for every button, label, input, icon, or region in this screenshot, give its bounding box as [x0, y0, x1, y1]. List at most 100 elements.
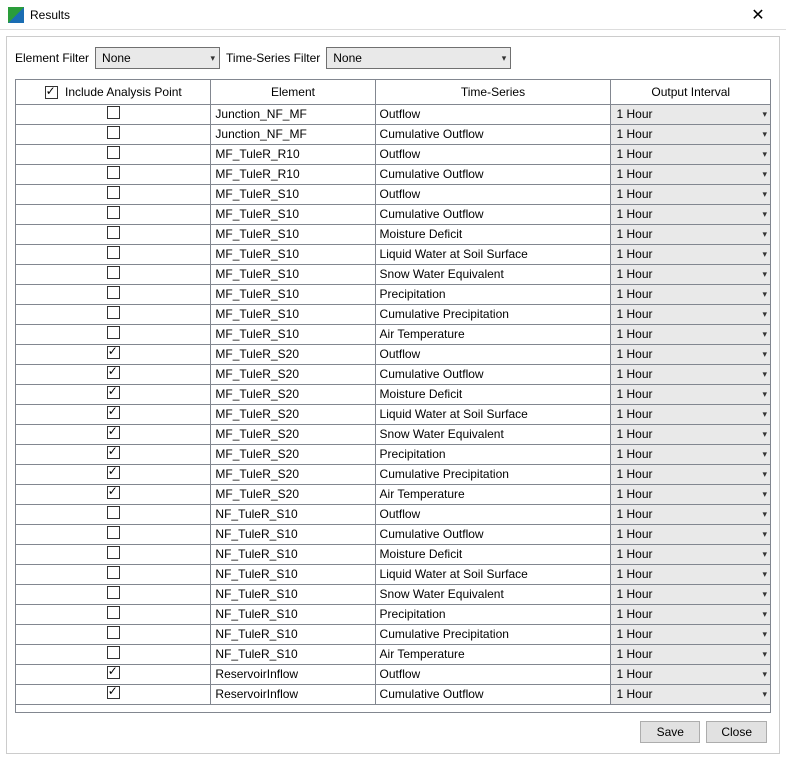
include-checkbox[interactable]	[107, 246, 120, 259]
element-cell[interactable]: MF_TuleR_S10	[211, 304, 375, 324]
close-icon[interactable]: ✕	[738, 5, 778, 25]
include-checkbox[interactable]	[107, 606, 120, 619]
output-interval-combo[interactable]: 1 Hour▾	[611, 305, 770, 324]
timeseries-cell[interactable]: Outflow	[375, 664, 611, 684]
include-checkbox[interactable]	[107, 286, 120, 299]
include-checkbox[interactable]	[107, 486, 120, 499]
include-checkbox[interactable]	[107, 306, 120, 319]
include-checkbox[interactable]	[107, 586, 120, 599]
output-interval-combo[interactable]: 1 Hour▾	[611, 545, 770, 564]
output-interval-combo[interactable]: 1 Hour▾	[611, 505, 770, 524]
header-timeseries[interactable]: Time-Series	[375, 80, 611, 104]
element-cell[interactable]: NF_TuleR_S10	[211, 504, 375, 524]
include-checkbox[interactable]	[107, 626, 120, 639]
output-interval-combo[interactable]: 1 Hour▾	[611, 105, 770, 124]
element-cell[interactable]: MF_TuleR_S10	[211, 284, 375, 304]
include-checkbox[interactable]	[107, 386, 120, 399]
timeseries-filter-combo[interactable]: None ▾	[326, 47, 511, 69]
element-cell[interactable]: MF_TuleR_S10	[211, 244, 375, 264]
timeseries-cell[interactable]: Snow Water Equivalent	[375, 264, 611, 284]
output-interval-combo[interactable]: 1 Hour▾	[611, 525, 770, 544]
include-checkbox[interactable]	[107, 426, 120, 439]
include-checkbox[interactable]	[107, 346, 120, 359]
results-table-scroll[interactable]: Include Analysis Point Element Time-Seri…	[16, 80, 770, 712]
element-cell[interactable]: MF_TuleR_S10	[211, 324, 375, 344]
output-interval-combo[interactable]: 1 Hour▾	[611, 285, 770, 304]
include-checkbox[interactable]	[107, 466, 120, 479]
element-cell[interactable]: MF_TuleR_S20	[211, 364, 375, 384]
output-interval-combo[interactable]: 1 Hour▾	[611, 245, 770, 264]
output-interval-combo[interactable]: 1 Hour▾	[611, 605, 770, 624]
include-checkbox[interactable]	[107, 326, 120, 339]
element-cell[interactable]: NF_TuleR_S10	[211, 544, 375, 564]
timeseries-cell[interactable]: Outflow	[375, 504, 611, 524]
output-interval-combo[interactable]: 1 Hour▾	[611, 625, 770, 644]
element-cell[interactable]: MF_TuleR_S10	[211, 184, 375, 204]
include-checkbox[interactable]	[107, 106, 120, 119]
output-interval-combo[interactable]: 1 Hour▾	[611, 665, 770, 684]
element-cell[interactable]: NF_TuleR_S10	[211, 524, 375, 544]
element-cell[interactable]: MF_TuleR_S20	[211, 384, 375, 404]
timeseries-cell[interactable]: Liquid Water at Soil Surface	[375, 244, 611, 264]
output-interval-combo[interactable]: 1 Hour▾	[611, 425, 770, 444]
timeseries-cell[interactable]: Liquid Water at Soil Surface	[375, 404, 611, 424]
include-checkbox[interactable]	[107, 646, 120, 659]
output-interval-combo[interactable]: 1 Hour▾	[611, 585, 770, 604]
timeseries-cell[interactable]: Snow Water Equivalent	[375, 584, 611, 604]
include-checkbox[interactable]	[107, 146, 120, 159]
output-interval-combo[interactable]: 1 Hour▾	[611, 225, 770, 244]
timeseries-cell[interactable]: Cumulative Outflow	[375, 684, 611, 704]
include-checkbox[interactable]	[107, 186, 120, 199]
include-checkbox[interactable]	[107, 226, 120, 239]
timeseries-cell[interactable]: Cumulative Outflow	[375, 164, 611, 184]
save-button[interactable]: Save	[640, 721, 700, 743]
timeseries-cell[interactable]: Outflow	[375, 344, 611, 364]
element-cell[interactable]: MF_TuleR_S20	[211, 404, 375, 424]
include-checkbox[interactable]	[107, 546, 120, 559]
close-button[interactable]: Close	[706, 721, 767, 743]
header-include-checkbox[interactable]	[45, 86, 58, 99]
output-interval-combo[interactable]: 1 Hour▾	[611, 145, 770, 164]
element-cell[interactable]: ReservoirInflow	[211, 684, 375, 704]
include-checkbox[interactable]	[107, 266, 120, 279]
element-cell[interactable]: Junction_NF_MF	[211, 104, 375, 124]
timeseries-cell[interactable]: Moisture Deficit	[375, 544, 611, 564]
output-interval-combo[interactable]: 1 Hour▾	[611, 265, 770, 284]
timeseries-cell[interactable]: Cumulative Outflow	[375, 204, 611, 224]
timeseries-cell[interactable]: Cumulative Outflow	[375, 124, 611, 144]
output-interval-combo[interactable]: 1 Hour▾	[611, 365, 770, 384]
timeseries-cell[interactable]: Outflow	[375, 104, 611, 124]
include-checkbox[interactable]	[107, 566, 120, 579]
include-checkbox[interactable]	[107, 526, 120, 539]
timeseries-cell[interactable]: Snow Water Equivalent	[375, 424, 611, 444]
element-filter-combo[interactable]: None ▾	[95, 47, 220, 69]
element-cell[interactable]: MF_TuleR_S20	[211, 444, 375, 464]
timeseries-cell[interactable]: Moisture Deficit	[375, 384, 611, 404]
output-interval-combo[interactable]: 1 Hour▾	[611, 565, 770, 584]
output-interval-combo[interactable]: 1 Hour▾	[611, 125, 770, 144]
output-interval-combo[interactable]: 1 Hour▾	[611, 685, 770, 704]
output-interval-combo[interactable]: 1 Hour▾	[611, 185, 770, 204]
output-interval-combo[interactable]: 1 Hour▾	[611, 445, 770, 464]
timeseries-cell[interactable]: Precipitation	[375, 284, 611, 304]
output-interval-combo[interactable]: 1 Hour▾	[611, 645, 770, 664]
element-cell[interactable]: MF_TuleR_S20	[211, 344, 375, 364]
output-interval-combo[interactable]: 1 Hour▾	[611, 385, 770, 404]
include-checkbox[interactable]	[107, 666, 120, 679]
timeseries-cell[interactable]: Cumulative Outflow	[375, 364, 611, 384]
include-checkbox[interactable]	[107, 126, 120, 139]
element-cell[interactable]: NF_TuleR_S10	[211, 564, 375, 584]
header-include[interactable]: Include Analysis Point	[16, 80, 211, 104]
output-interval-combo[interactable]: 1 Hour▾	[611, 325, 770, 344]
element-cell[interactable]: MF_TuleR_S10	[211, 204, 375, 224]
output-interval-combo[interactable]: 1 Hour▾	[611, 405, 770, 424]
include-checkbox[interactable]	[107, 206, 120, 219]
element-cell[interactable]: MF_TuleR_S10	[211, 224, 375, 244]
output-interval-combo[interactable]: 1 Hour▾	[611, 165, 770, 184]
element-cell[interactable]: MF_TuleR_S10	[211, 264, 375, 284]
timeseries-cell[interactable]: Cumulative Outflow	[375, 524, 611, 544]
element-cell[interactable]: NF_TuleR_S10	[211, 584, 375, 604]
output-interval-combo[interactable]: 1 Hour▾	[611, 465, 770, 484]
output-interval-combo[interactable]: 1 Hour▾	[611, 345, 770, 364]
timeseries-cell[interactable]: Air Temperature	[375, 324, 611, 344]
